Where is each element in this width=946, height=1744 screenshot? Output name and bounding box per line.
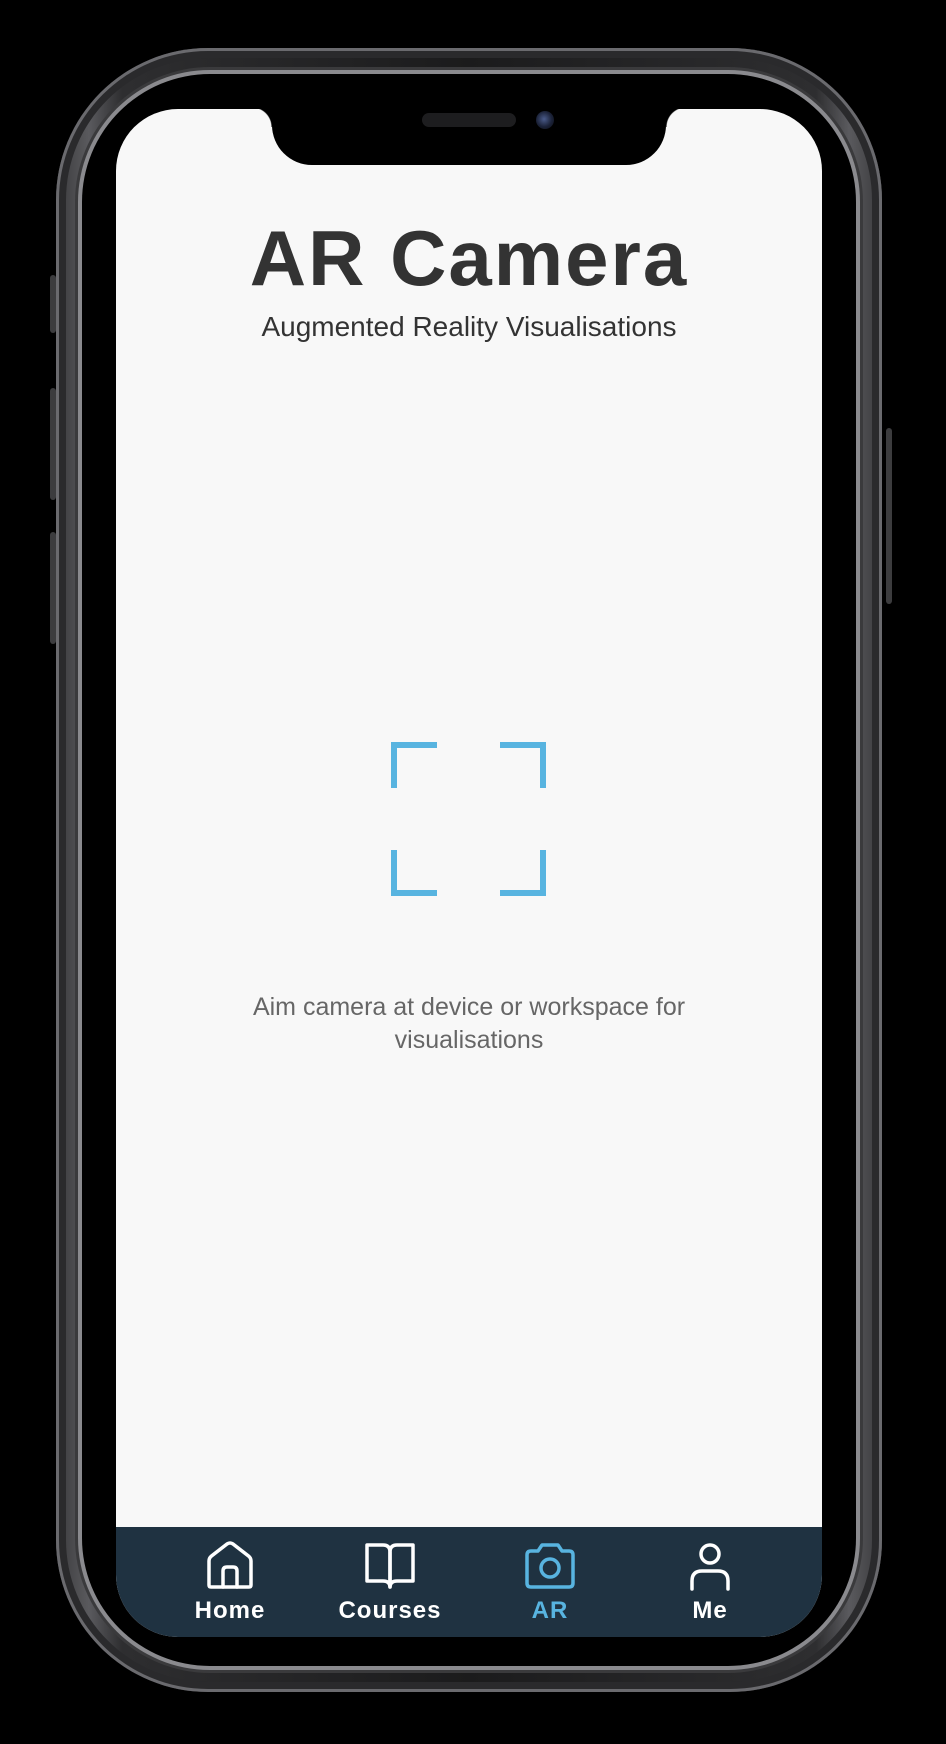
tab-ar-label: AR — [531, 1597, 569, 1624]
home-icon — [207, 1541, 253, 1589]
front-camera — [536, 111, 554, 129]
tab-courses-label: Courses — [338, 1597, 442, 1624]
camera-icon — [525, 1543, 575, 1589]
tab-me-label: Me — [692, 1597, 728, 1624]
scanner-hint: Aim camera at device or workspace for vi… — [252, 993, 686, 1054]
user-icon — [690, 1543, 730, 1591]
tab-home-label: Home — [194, 1597, 266, 1624]
app-screen: AR Camera Augmented Reality Visualisatio… — [116, 109, 822, 1637]
page-subtitle: Augmented Reality Visualisations — [261, 311, 677, 342]
scan-frame-icon — [391, 742, 546, 896]
tab-ar[interactable]: AR — [490, 1527, 610, 1637]
book-icon — [365, 1543, 415, 1589]
earpiece-speaker — [422, 113, 516, 127]
bottom-tab-bar: Home Courses AR Me — [116, 1527, 822, 1637]
power-button — [886, 428, 892, 604]
notch — [252, 109, 686, 165]
tab-courses[interactable]: Courses — [330, 1527, 450, 1637]
device-stage: AR Camera Augmented Reality Visualisatio… — [0, 0, 946, 1744]
tab-me[interactable]: Me — [650, 1527, 770, 1637]
page-title: AR Camera — [249, 214, 689, 302]
tab-home[interactable]: Home — [170, 1527, 290, 1637]
